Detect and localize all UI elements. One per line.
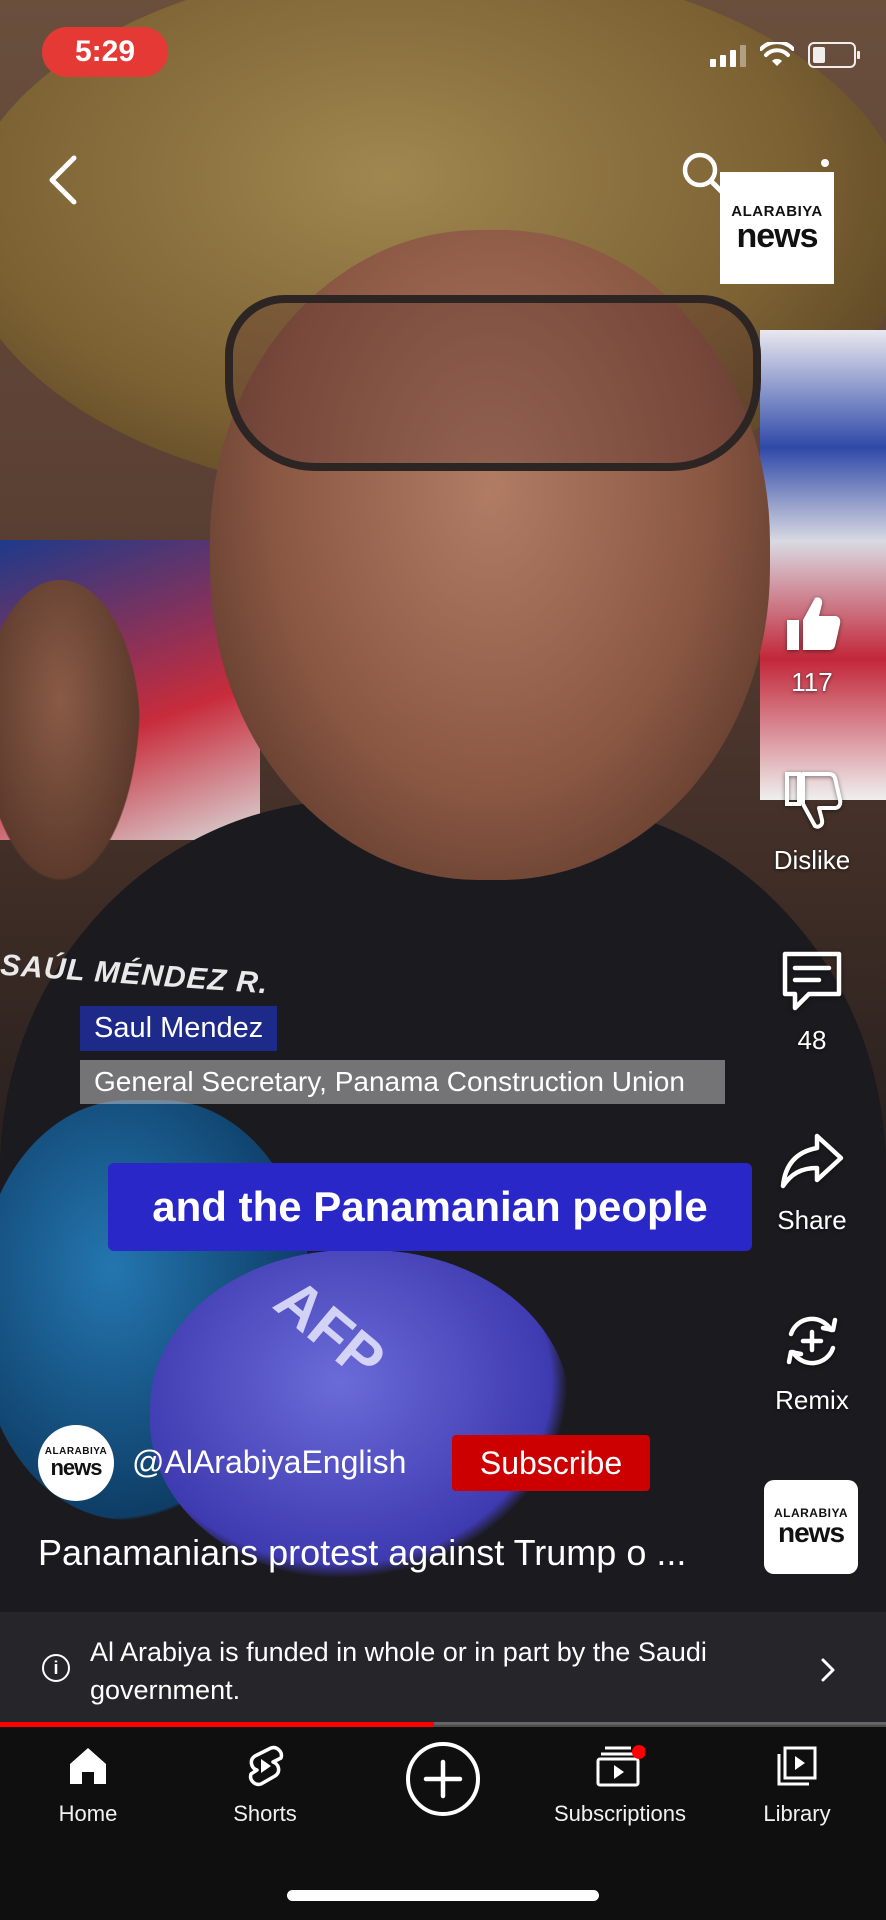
- avatar-logo-line2: news: [50, 1455, 102, 1480]
- nav-library-label: Library: [763, 1801, 831, 1826]
- video-caption: and the Panamanian people: [108, 1163, 752, 1251]
- cellular-signal-icon: [710, 43, 746, 67]
- nav-shorts[interactable]: Shorts: [180, 1744, 350, 1827]
- sound-source-thumbnail[interactable]: ALARABIYA news: [764, 1480, 858, 1574]
- sound-logo-line2: news: [777, 1517, 845, 1548]
- library-icon: [777, 1746, 817, 1786]
- share-label: Share: [777, 1205, 847, 1235]
- status-time: 5:29: [42, 27, 168, 77]
- subscriptions-icon: [596, 1745, 646, 1787]
- back-button[interactable]: [40, 150, 90, 210]
- home-icon: [70, 1748, 106, 1784]
- nav-library[interactable]: Library: [712, 1744, 882, 1827]
- dislike-button[interactable]: Dislike: [752, 768, 872, 876]
- dislike-label: Dislike: [773, 845, 851, 875]
- shorts-icon: [248, 1745, 284, 1787]
- chevron-right-icon[interactable]: [818, 1655, 838, 1685]
- home-indicator[interactable]: [287, 1890, 599, 1901]
- remix-label: Remix: [775, 1385, 849, 1415]
- like-button[interactable]: 117: [752, 590, 872, 698]
- nav-subscriptions-label: Subscriptions: [553, 1801, 687, 1826]
- channel-handle[interactable]: @AlArabiyaEnglish: [132, 1444, 406, 1481]
- nav-shorts-label: Shorts: [233, 1801, 297, 1826]
- video-title[interactable]: Panamanians protest against Trump o ...: [38, 1532, 738, 1574]
- funding-notice-text: Al Arabiya is funded in whole or in part…: [90, 1637, 707, 1705]
- speaker-title-tag: General Secretary, Panama Construction U…: [80, 1060, 725, 1104]
- logo-line2: news: [736, 216, 818, 255]
- video-content-flag: [760, 330, 886, 800]
- comments-button[interactable]: 48: [752, 948, 872, 1056]
- battery-icon: [808, 42, 860, 68]
- status-icons: [710, 42, 860, 68]
- video-content-glasses: [225, 295, 761, 471]
- create-icon: [406, 1742, 480, 1816]
- nav-create[interactable]: [358, 1740, 528, 1823]
- speaker-name-tag: Saul Mendez: [80, 1006, 278, 1051]
- like-count: 117: [791, 667, 833, 697]
- nav-home-label: Home: [58, 1801, 118, 1826]
- nav-subscriptions[interactable]: Subscriptions: [535, 1744, 705, 1827]
- remix-button[interactable]: Remix: [752, 1308, 872, 1416]
- comment-icon: [782, 951, 842, 1011]
- channel-avatar[interactable]: ALARABIYA news: [38, 1425, 114, 1501]
- nav-home[interactable]: Home: [3, 1744, 173, 1827]
- share-icon: [780, 1133, 844, 1189]
- info-icon: i: [42, 1654, 70, 1682]
- thumbs-down-icon: [785, 772, 843, 829]
- al-arabiya-watermark-logo: ALARABIYA news: [720, 172, 834, 284]
- subscribe-button[interactable]: Subscribe: [452, 1435, 650, 1491]
- video-content-mic-purple: [150, 1250, 570, 1580]
- comments-count: 48: [797, 1025, 827, 1055]
- wifi-icon: [760, 42, 794, 66]
- thumbs-up-icon: [787, 597, 841, 650]
- remix-icon: [786, 1316, 838, 1366]
- share-button[interactable]: Share: [752, 1128, 872, 1236]
